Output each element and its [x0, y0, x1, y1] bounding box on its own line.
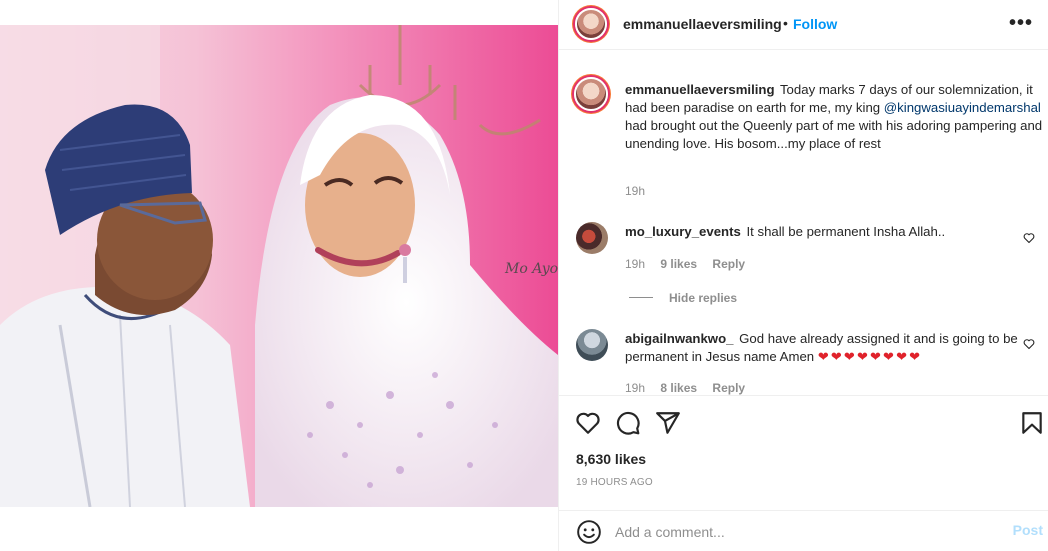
- reply-avatar[interactable]: [576, 329, 608, 361]
- likes-count[interactable]: 8,630 likes: [576, 451, 646, 467]
- post-photo-illustration: Mo Ayo: [0, 25, 558, 507]
- comment-reply-button[interactable]: Reply: [712, 257, 745, 271]
- reply-reply-button[interactable]: Reply: [712, 381, 745, 395]
- share-icon[interactable]: [655, 410, 681, 436]
- reply-username[interactable]: abigailnwankwo_: [625, 331, 733, 346]
- post-timestamp[interactable]: 19 HOURS AGO: [576, 477, 653, 488]
- post-photo[interactable]: Mo Ayo: [0, 25, 558, 507]
- like-reply-heart-icon[interactable]: [1023, 338, 1035, 350]
- reply-hearts-emoji: ❤❤❤❤❤❤❤❤: [817, 349, 923, 364]
- comment-time[interactable]: 19h: [625, 257, 645, 271]
- comment-text: It shall be permanent Insha Allah..: [746, 224, 946, 239]
- post-caption: emmanuellaeversmiling Today marks 7 days…: [625, 81, 1045, 153]
- comment-meta: 19h 9 likes Reply: [625, 257, 757, 271]
- heart-icon[interactable]: [575, 410, 601, 436]
- caption-text-end: had brought out the Queenly part of me w…: [625, 118, 1043, 151]
- comment-likes[interactable]: 9 likes: [660, 257, 697, 271]
- comments-list[interactable]: emmanuellaeversmiling Today marks 7 days…: [559, 57, 1048, 395]
- comment-input[interactable]: [615, 521, 995, 543]
- comment-username[interactable]: mo_luxury_events: [625, 224, 741, 239]
- caption-author-avatar[interactable]: [574, 77, 608, 111]
- bookmark-icon[interactable]: [1019, 410, 1045, 436]
- reply-time[interactable]: 19h: [625, 381, 645, 395]
- reply-likes[interactable]: 8 likes: [660, 381, 697, 395]
- caption-mention-link[interactable]: @kingwasiuayindemarshal: [884, 100, 1041, 115]
- post-comment-button[interactable]: Post: [1013, 522, 1043, 538]
- replies-divider: [629, 297, 653, 298]
- post-media-area: Mo Ayo: [0, 0, 558, 551]
- emoji-icon[interactable]: [576, 519, 602, 545]
- post-header: emmanuellaeversmiling • Follow •••: [559, 0, 1048, 50]
- photo-watermark: Mo Ayo: [504, 261, 558, 277]
- like-comment-heart-icon[interactable]: [1023, 232, 1035, 244]
- post-side-panel: emmanuellaeversmiling • Follow ••• emman…: [558, 0, 1048, 551]
- caption-time[interactable]: 19h: [625, 184, 645, 198]
- post-actions: 8,630 likes 19 HOURS AGO: [559, 395, 1048, 510]
- author-username[interactable]: emmanuellaeversmiling: [623, 16, 782, 32]
- comment-avatar[interactable]: [576, 222, 608, 254]
- more-options-icon[interactable]: •••: [1009, 12, 1033, 35]
- comment-item: mo_luxury_events It shall be permanent I…: [625, 223, 1025, 241]
- caption-username[interactable]: emmanuellaeversmiling: [625, 82, 775, 97]
- reply-item: abigailnwankwo_ God have already assigne…: [625, 330, 1025, 366]
- follow-button[interactable]: Follow: [793, 16, 837, 32]
- comment-icon[interactable]: [615, 410, 641, 436]
- reply-meta: 19h 8 likes Reply: [625, 381, 757, 395]
- hide-replies-button[interactable]: Hide replies: [669, 291, 737, 305]
- add-comment-bar: Post: [559, 510, 1048, 551]
- header-separator: •: [783, 15, 788, 31]
- author-avatar[interactable]: [575, 8, 607, 40]
